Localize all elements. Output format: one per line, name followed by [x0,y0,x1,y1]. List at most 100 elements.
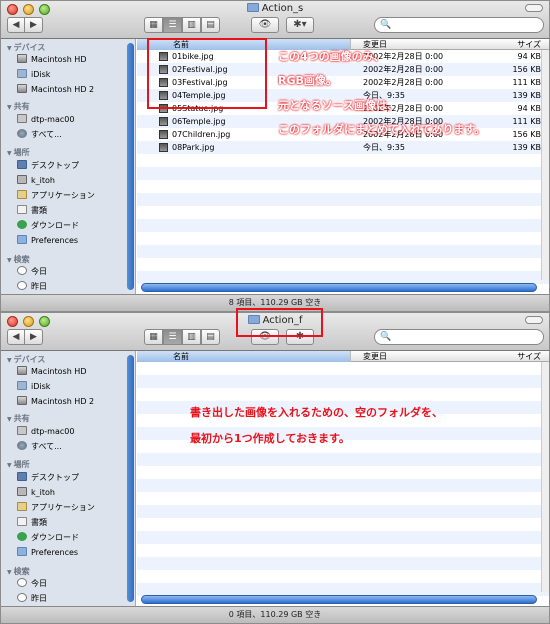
vertical-scrollbar[interactable] [541,50,549,280]
image-thumbnail-icon [159,143,168,152]
file-size: 139 KB [512,91,541,100]
empty-row [137,206,549,219]
toolbar-toggle-button[interactable] [525,4,543,12]
icon-view-button[interactable]: ▦ [144,17,163,33]
horizontal-scrollbar[interactable] [141,283,537,292]
empty-row [137,388,549,401]
sidebar-item-all-shared[interactable]: すべて... [17,128,62,141]
finder-window-action-f: Action_f ◀ ▶ ▦ ☰ ▥ ▤ 👁 ✱ 🔍 ▼ デバイス Macinto… [0,312,550,624]
toolbar-toggle-button[interactable] [525,316,543,324]
sidebar-item-preferences[interactable]: Preferences [17,234,78,247]
annotation-line-3: 元となるソース画像は、 [278,99,399,112]
empty-row [137,154,549,167]
sidebar-item-home[interactable]: k_itoh [17,174,55,187]
sidebar-item-macintosh-hd[interactable]: Macintosh HD [17,365,86,378]
icon-view-button[interactable]: ▦ [144,329,163,345]
annotation-line-5: 書き出した画像を入れるための、空のフォルダを、 [190,406,443,419]
annotation-line-6: 最初から1つ作成しておきます。 [190,432,350,445]
clock-icon [17,281,27,290]
sidebar-header-devices[interactable]: ▼ デバイス [7,354,45,365]
column-view-button[interactable]: ▥ [182,329,201,345]
sidebar-item-desktop[interactable]: デスクトップ [17,159,79,172]
status-bar: 0 項目、110.29 GB 空き [1,606,549,623]
sidebar-item-preferences[interactable]: Preferences [17,546,78,559]
empty-row [137,531,549,544]
sidebar-item-downloads[interactable]: ダウンロード [17,219,79,232]
empty-row [137,362,549,375]
highlight-action-f-title-box [236,308,323,337]
desktop-icon [17,160,27,169]
sidebar-item-idisk[interactable]: iDisk [17,380,50,393]
column-header-size[interactable]: サイズ [517,39,541,50]
sidebar-item-home[interactable]: k_itoh [17,486,55,499]
desktop-icon [17,472,27,481]
home-icon [17,175,27,184]
sidebar-item-documents[interactable]: 書類 [17,204,47,217]
sidebar-item-desktop[interactable]: デスクトップ [17,471,79,484]
applications-icon [17,502,27,511]
list-view-button[interactable]: ☰ [163,17,182,33]
file-row[interactable]: 08Park.jpg 今日、9:35 139 KB [137,141,549,154]
column-header-date[interactable]: 変更日 [363,351,503,362]
sidebar-item-macintosh-hd-2[interactable]: Macintosh HD 2 [17,83,94,96]
sidebar-item-all-shared[interactable]: すべて... [17,440,62,453]
sidebar-header-shared[interactable]: ▼ 共有 [7,413,30,424]
sidebar-item-applications[interactable]: アプリケーション [17,189,95,202]
file-name: 08Park.jpg [172,143,215,152]
search-field[interactable]: 🔍 [374,329,544,345]
quick-look-button[interactable]: 👁 [251,17,279,33]
action-menu-button[interactable]: ✱▾ [286,17,314,33]
forward-button[interactable]: ▶ [25,17,43,33]
empty-row [137,180,549,193]
sidebar-scrollbar[interactable] [127,43,134,290]
sidebar-header-devices[interactable]: ▼ デバイス [7,42,45,53]
hard-disk-icon [17,396,27,405]
column-header-size[interactable]: サイズ [517,351,541,362]
back-button[interactable]: ◀ [7,329,25,345]
empty-file-rows [137,362,549,596]
file-size: 94 KB [517,52,541,61]
sidebar-item-yesterday[interactable]: 昨日 [17,280,47,293]
sidebar-item-dtp-mac00[interactable]: dtp-mac00 [17,113,74,126]
network-computer-icon [17,114,27,123]
back-button[interactable]: ◀ [7,17,25,33]
sidebar-item-today[interactable]: 今日 [17,577,47,590]
column-view-button[interactable]: ▥ [182,17,201,33]
sidebar-header-places[interactable]: ▼ 場所 [7,147,30,158]
sidebar-header-places[interactable]: ▼ 場所 [7,459,30,470]
empty-row [137,232,549,245]
file-date: 今日、9:35 [363,143,405,152]
sidebar-item-downloads[interactable]: ダウンロード [17,531,79,544]
search-field[interactable]: 🔍 [374,17,544,33]
horizontal-scrollbar[interactable] [141,595,537,604]
sidebar-item-yesterday[interactable]: 昨日 [17,592,47,605]
clock-icon [17,593,27,602]
forward-button[interactable]: ▶ [25,329,43,345]
sidebar-header-search[interactable]: ▼ 検索 [7,566,30,577]
vertical-scrollbar[interactable] [541,362,549,592]
hard-disk-icon [17,366,27,375]
sidebar: ▼ デバイス Macintosh HD iDisk Macintosh HD 2 … [1,351,136,606]
documents-icon [17,205,27,214]
sidebar-item-macintosh-hd-2[interactable]: Macintosh HD 2 [17,395,94,408]
list-view-button[interactable]: ☰ [163,329,182,345]
sidebar-item-dtp-mac00[interactable]: dtp-mac00 [17,425,74,438]
sidebar-header-search[interactable]: ▼ 検索 [7,254,30,265]
documents-icon [17,517,27,526]
coverflow-view-button[interactable]: ▤ [201,17,220,33]
file-date: 2002年2月28日 0:00 [363,78,444,87]
coverflow-view-button[interactable]: ▤ [201,329,220,345]
empty-row [137,375,549,388]
sidebar-item-documents[interactable]: 書類 [17,516,47,529]
sidebar-header-shared[interactable]: ▼ 共有 [7,101,30,112]
sidebar-item-today[interactable]: 今日 [17,265,47,278]
file-size: 156 KB [512,65,541,74]
sidebar-item-macintosh-hd[interactable]: Macintosh HD [17,53,86,66]
column-header-name[interactable]: 名前 [137,351,351,362]
empty-row [137,453,549,466]
sidebar-item-idisk[interactable]: iDisk [17,68,50,81]
sidebar-item-applications[interactable]: アプリケーション [17,501,95,514]
search-icon: 🔍 [380,332,392,342]
sidebar-scrollbar[interactable] [127,355,134,602]
file-list: 名前 変更日 サイズ [137,351,549,606]
